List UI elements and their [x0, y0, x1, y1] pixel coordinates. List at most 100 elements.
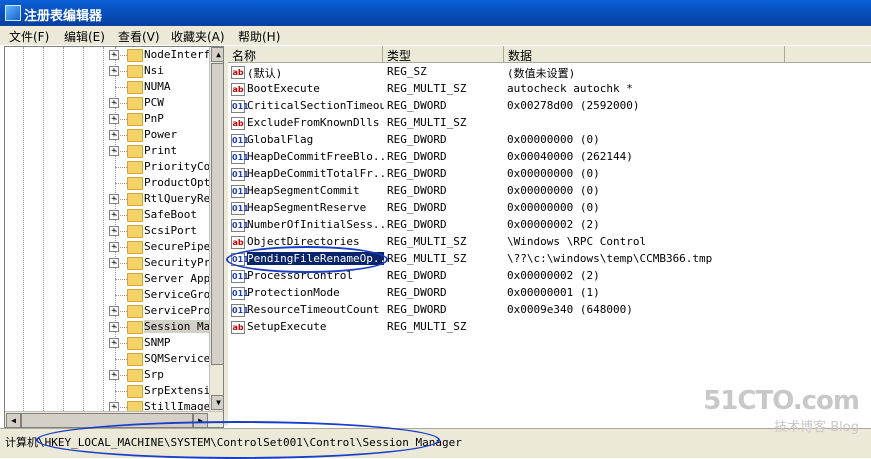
tree-item[interactable]: + Power [5, 127, 223, 143]
column-header-type[interactable]: 类型 [383, 46, 504, 63]
value-row[interactable]: 011 HeapDeCommitFreeBlo... REG_DWORD 0x0004… [228, 148, 871, 165]
tree-item-label: Nsi [144, 64, 164, 77]
value-row[interactable]: ab SetupExecute REG_MULTI_SZ [228, 318, 871, 335]
binary-value-icon: 011 [231, 219, 249, 232]
tree-connector [115, 151, 127, 152]
tree-item[interactable]: + Srp [5, 367, 223, 383]
tree-item[interactable]: PriorityCo [5, 159, 223, 175]
tree-item[interactable]: + SecurePipe [5, 239, 223, 255]
registry-tree-pane[interactable]: + NodeInterf + Nsi NUMA + PCW + PnP + Power + Print P… [4, 46, 224, 428]
tree-item[interactable]: SQMService [5, 351, 223, 367]
binary-value-icon: 011 [231, 151, 249, 164]
title-bar: 注册表编辑器 [0, 0, 871, 26]
folder-icon [127, 369, 143, 382]
menu-bar: 文件(F) 编辑(E) 查看(V) 收藏夹(A) 帮助(H) [0, 26, 871, 45]
tree-item[interactable]: ServiceGro [5, 287, 223, 303]
scroll-down-arrow-icon[interactable]: ▼ [211, 395, 223, 410]
value-type: REG_MULTI_SZ [387, 82, 467, 95]
value-type: REG_MULTI_SZ [387, 116, 467, 129]
tree-item-label: ScsiPort [144, 224, 197, 237]
annotation-ellipse-value [226, 246, 388, 273]
value-type: REG_DWORD [387, 150, 447, 163]
menu-favorites[interactable]: 收藏夹(A) [171, 28, 225, 45]
value-row[interactable]: 011 NumberOfInitialSess... REG_DWORD 0x0000… [228, 216, 871, 233]
tree-connector [115, 311, 127, 312]
value-row[interactable]: 011 GlobalFlag REG_DWORD 0x00000000 (0) [228, 131, 871, 148]
value-row[interactable]: ab (默认) REG_SZ (数值未设置) [228, 63, 871, 80]
value-row[interactable]: ab ExcludeFromKnownDlls REG_MULTI_SZ [228, 114, 871, 131]
value-name: SetupExecute [247, 320, 327, 333]
menu-file[interactable]: 文件(F) [9, 28, 49, 45]
tree-item[interactable]: + SNMP [5, 335, 223, 351]
value-data: 0x0009e340 (648000) [507, 303, 633, 316]
folder-icon [127, 49, 143, 62]
value-name: (默认) [247, 67, 283, 80]
value-row[interactable]: 011 HeapSegmentCommit REG_DWORD 0x00000000 … [228, 182, 871, 199]
string-value-icon: ab [231, 321, 245, 334]
binary-value-icon: 011 [231, 270, 249, 283]
value-type: REG_MULTI_SZ [387, 235, 467, 248]
value-row[interactable]: ab BootExecute REG_MULTI_SZ autocheck autoc… [228, 80, 871, 97]
tree-item-label: NUMA [144, 80, 171, 93]
value-type: REG_DWORD [387, 286, 447, 299]
tree-item-label: SafeBoot [144, 208, 197, 221]
folder-icon [127, 81, 143, 94]
tree-item[interactable]: + PCW [5, 95, 223, 111]
value-type: REG_DWORD [387, 201, 447, 214]
value-data: 0x00000002 (2) [507, 269, 600, 282]
tree-item[interactable]: + RtlQueryRe [5, 191, 223, 207]
scroll-thumb[interactable] [211, 63, 223, 365]
value-type: REG_DWORD [387, 184, 447, 197]
scroll-up-arrow-icon[interactable]: ▲ [211, 47, 223, 62]
value-data: 0x00000000 (0) [507, 184, 600, 197]
tree-item[interactable]: + Nsi [5, 63, 223, 79]
tree-item[interactable]: + SafeBoot [5, 207, 223, 223]
binary-value-icon: 011 [231, 168, 249, 181]
folder-icon [127, 273, 143, 286]
menu-edit[interactable]: 编辑(E) [64, 28, 105, 45]
value-data: \Windows \RPC Control [507, 235, 647, 248]
tree-connector [115, 215, 127, 216]
values-list-pane[interactable]: 名称 类型 数据 ab (默认) REG_SZ (数值未设置) ab BootExecut… [228, 46, 871, 426]
tree-connector [115, 119, 127, 120]
value-row[interactable]: 011 CriticalSectionTimeout REG_DWORD 0x0027… [228, 97, 871, 114]
value-data: 0x00000000 (0) [507, 201, 600, 214]
tree-item[interactable]: + Session Ma [5, 319, 223, 335]
value-row[interactable]: 011 HeapDeCommitTotalFr... REG_DWORD 0x0000… [228, 165, 871, 182]
tree-item-label: Power [144, 128, 178, 141]
column-header-filler [785, 46, 871, 63]
value-type: REG_MULTI_SZ [387, 320, 467, 333]
tree-item[interactable]: Server App [5, 271, 223, 287]
window-title: 注册表编辑器 [24, 9, 103, 24]
value-row[interactable]: 011 HeapSegmentReserve REG_DWORD 0x00000000… [228, 199, 871, 216]
folder-icon [127, 129, 143, 142]
tree-item[interactable]: + SecurityPr [5, 255, 223, 271]
tree-item[interactable]: SrpExtensi [5, 383, 223, 399]
menu-view[interactable]: 查看(V) [118, 28, 160, 45]
string-value-icon: ab [231, 117, 245, 130]
value-row[interactable]: 011 ProtectionMode REG_DWORD 0x00000001 (1) [228, 284, 871, 301]
value-type: REG_DWORD [387, 99, 447, 112]
value-name: GlobalFlag [247, 133, 314, 146]
value-type: REG_DWORD [387, 269, 447, 282]
tree-connector [115, 327, 127, 328]
tree-item[interactable]: + Print [5, 143, 223, 159]
tree-item[interactable]: + PnP [5, 111, 223, 127]
value-type: REG_SZ [387, 65, 427, 78]
tree-item[interactable]: NUMA [5, 79, 223, 95]
value-row[interactable]: 011 ResourceTimeoutCount REG_DWORD 0x0009e3… [228, 301, 871, 318]
column-header-name[interactable]: 名称 [228, 46, 383, 63]
tree-item[interactable]: + ServicePro [5, 303, 223, 319]
tree-vertical-scrollbar[interactable]: ▲ ▼ [209, 47, 223, 411]
tree-connector [115, 231, 127, 232]
column-header-data[interactable]: 数据 [504, 46, 785, 63]
tree-item[interactable]: + NodeInterf [5, 47, 223, 63]
folder-icon [127, 257, 143, 270]
folder-icon [127, 97, 143, 110]
tree-item[interactable]: + ScsiPort [5, 223, 223, 239]
folder-icon [127, 209, 143, 222]
binary-value-icon: 011 [231, 287, 249, 300]
tree-item[interactable]: ProductOpt [5, 175, 223, 191]
menu-help[interactable]: 帮助(H) [238, 28, 280, 45]
scroll-left-arrow-icon[interactable]: ◀ [6, 413, 21, 427]
